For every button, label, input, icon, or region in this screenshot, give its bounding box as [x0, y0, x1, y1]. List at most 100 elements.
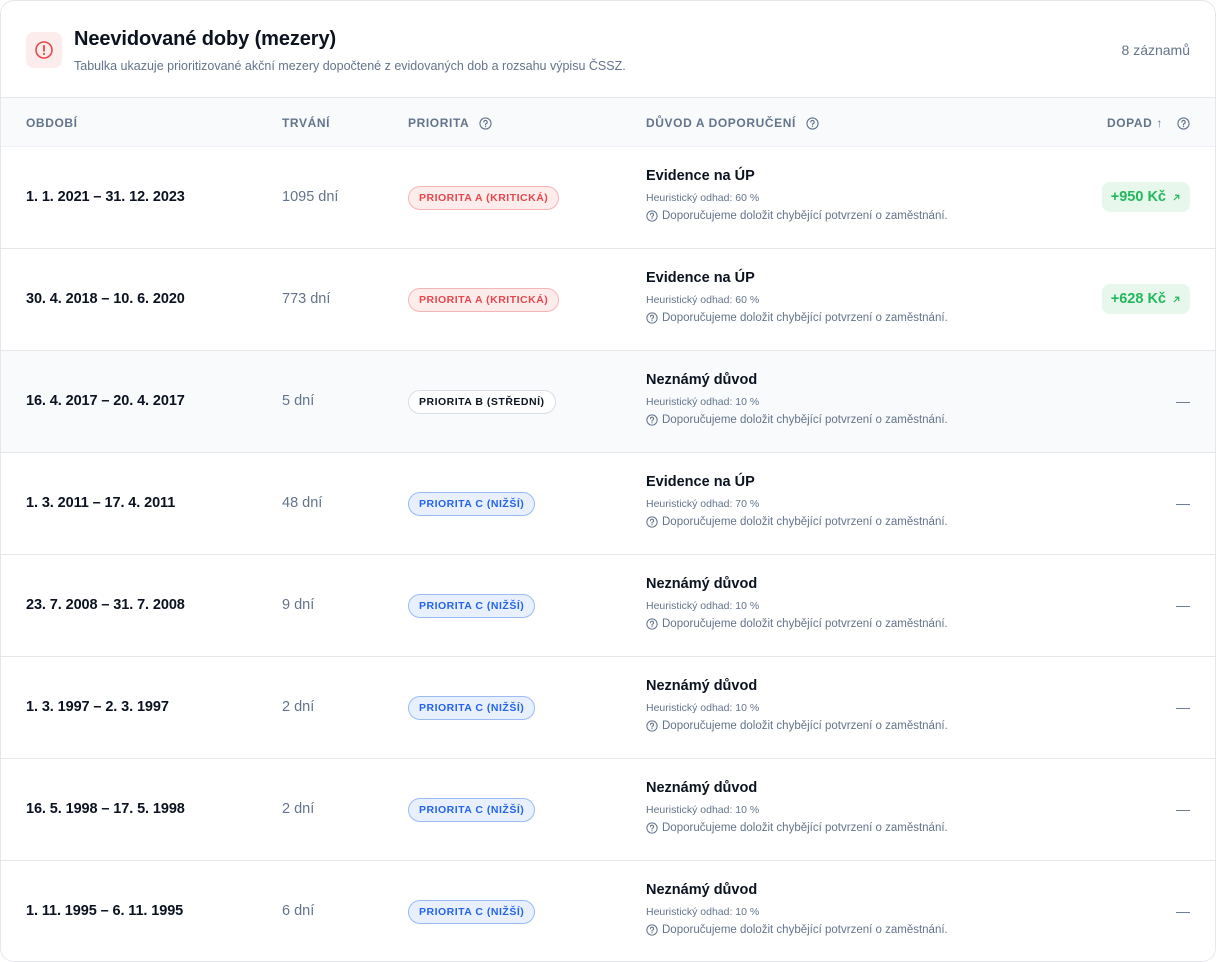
impact-badge[interactable]: +950 Kč — [1101, 182, 1190, 212]
column-header-reason-label: Důvod a doporučení — [646, 116, 796, 130]
duration-cell: 9 dní — [282, 597, 315, 613]
reason-estimate: Heuristický odhad: 10 % — [646, 600, 760, 612]
record-count: 8 záznamů — [1121, 42, 1190, 58]
column-header-duration-label: Trvání — [282, 116, 331, 130]
reason-title: Neznámý důvod — [646, 576, 758, 592]
period-cell: 1. 3. 1997 – 2. 3. 1997 — [26, 699, 169, 715]
reason-recommendation: Doporučujeme doložit chybějící potvrzení… — [646, 618, 948, 630]
sort-ascending-icon[interactable]: ↑ — [1156, 116, 1163, 130]
table-row[interactable]: 16. 4. 2017 – 20. 4. 2017 5 dní Priorita B… — [1, 351, 1215, 453]
arrow-up-right-icon — [1173, 296, 1180, 302]
recommendation-text: Doporučujeme doložit chybějící potvrzení… — [662, 210, 948, 222]
reason-title: Evidence na ÚP — [646, 270, 755, 286]
reason-title: Neznámý důvod — [646, 882, 758, 898]
impact-empty: — — [1176, 903, 1190, 919]
impact-value: +950 Kč — [1110, 189, 1166, 205]
period-cell: 1. 11. 1995 – 6. 11. 1995 — [26, 903, 184, 919]
reason-recommendation: Doporučujeme doložit chybějící potvrzení… — [646, 822, 948, 834]
reason-recommendation: Doporučujeme doložit chybějící potvrzení… — [646, 312, 948, 324]
period-cell: 30. 4. 2018 – 10. 6. 2020 — [26, 291, 185, 307]
reason-title: Evidence na ÚP — [646, 168, 755, 184]
period-cell: 16. 4. 2017 – 20. 4. 2017 — [26, 393, 185, 409]
period-cell: 1. 1. 2021 – 31. 12. 2023 — [26, 189, 185, 205]
help-circle-icon — [646, 618, 658, 630]
impact-value: +628 Kč — [1110, 291, 1166, 307]
help-circle-icon — [646, 516, 658, 528]
duration-cell: 2 dní — [282, 699, 315, 715]
recommendation-text: Doporučujeme doložit chybějící potvrzení… — [662, 312, 948, 324]
help-circle-icon[interactable] — [1177, 116, 1190, 130]
reason-recommendation: Doporučujeme doložit chybějící potvrzení… — [646, 720, 948, 732]
table-row[interactable]: 1. 3. 2011 – 17. 4. 2011 48 dní Priorita C… — [1, 453, 1215, 555]
impact-empty: — — [1176, 801, 1190, 817]
reason-title: Evidence na ÚP — [646, 474, 755, 490]
impact-empty: — — [1176, 393, 1190, 409]
help-circle-icon — [646, 312, 658, 324]
column-header-period[interactable]: Období — [26, 116, 78, 130]
reason-estimate: Heuristický odhad: 10 % — [646, 804, 760, 816]
card-subtitle: Tabulka ukazuje prioritizované akční mez… — [74, 59, 626, 73]
priority-badge: Priorita C (nižší) — [408, 696, 536, 720]
reason-estimate: Heuristický odhad: 10 % — [646, 702, 760, 714]
reason-title: Neznámý důvod — [646, 678, 758, 694]
card-title: Neevidované doby (mezery) — [74, 28, 337, 50]
help-circle-icon[interactable] — [479, 116, 492, 130]
column-header-period-label: Období — [26, 116, 78, 130]
duration-cell: 5 dní — [282, 393, 315, 409]
impact-empty: — — [1176, 495, 1190, 511]
impact-empty: — — [1176, 597, 1190, 613]
table-header: Období Trvání Priorita Důvod a doporučen… — [1, 98, 1215, 147]
recommendation-text: Doporučujeme doložit chybějící potvrzení… — [662, 516, 948, 528]
duration-cell: 48 dní — [282, 495, 323, 511]
alert-icon-box — [26, 32, 62, 68]
column-header-priority-label: Priorita — [408, 116, 470, 130]
reason-estimate: Heuristický odhad: 10 % — [646, 906, 760, 918]
reason-recommendation: Doporučujeme doložit chybějící potvrzení… — [646, 924, 948, 936]
table-row[interactable]: 1. 11. 1995 – 6. 11. 1995 6 dní Priorita C… — [1, 861, 1215, 961]
table-row[interactable]: 16. 5. 1998 – 17. 5. 1998 2 dní Priorita C… — [1, 759, 1215, 861]
column-header-duration[interactable]: Trvání — [282, 116, 330, 130]
duration-cell: 6 dní — [282, 903, 315, 919]
column-header-priority[interactable]: Priorita — [408, 116, 492, 130]
period-cell: 23. 7. 2008 – 31. 7. 2008 — [26, 597, 185, 613]
priority-badge: Priorita A (kritická) — [408, 288, 560, 312]
reason-estimate: Heuristický odhad: 10 % — [646, 396, 760, 408]
recommendation-text: Doporučujeme doložit chybějící potvrzení… — [662, 924, 948, 936]
duration-cell: 1095 dní — [282, 189, 339, 205]
table-row[interactable]: 1. 1. 2021 – 31. 12. 2023 1095 dní Priorit… — [1, 147, 1215, 249]
priority-badge: Priorita C (nižší) — [408, 900, 536, 924]
reason-recommendation: Doporučujeme doložit chybějící potvrzení… — [646, 414, 948, 426]
help-circle-icon[interactable] — [806, 116, 819, 130]
recommendation-text: Doporučujeme doložit chybějící potvrzení… — [662, 720, 948, 732]
gaps-card: Neevidované doby (mezery) Tabulka ukazuj… — [0, 0, 1216, 962]
column-header-impact[interactable]: Dopad ↑ — [1107, 116, 1190, 130]
column-header-reason[interactable]: Důvod a doporučení — [646, 116, 819, 130]
arrow-up-right-icon — [1173, 194, 1180, 200]
help-circle-icon — [646, 210, 658, 222]
table-row[interactable]: 1. 3. 1997 – 2. 3. 1997 2 dní Priorita C (… — [1, 657, 1215, 759]
help-circle-icon — [646, 720, 658, 732]
duration-cell: 2 dní — [282, 801, 315, 817]
reason-title: Neznámý důvod — [646, 780, 758, 796]
period-cell: 1. 3. 2011 – 17. 4. 2011 — [26, 495, 176, 511]
priority-badge: Priorita C (nižší) — [408, 798, 536, 822]
reason-estimate: Heuristický odhad: 60 % — [646, 192, 760, 204]
table-row[interactable]: 30. 4. 2018 – 10. 6. 2020 773 dní Priorita… — [1, 249, 1215, 351]
priority-badge: Priorita C (nižší) — [408, 594, 536, 618]
alert-circle-icon — [35, 41, 53, 59]
priority-badge: Priorita B (střední) — [408, 390, 556, 414]
period-cell: 16. 5. 1998 – 17. 5. 1998 — [26, 801, 185, 817]
help-circle-icon — [646, 414, 658, 426]
column-header-impact-label: Dopad — [1106, 116, 1153, 130]
priority-badge: Priorita C (nižší) — [408, 492, 536, 516]
recommendation-text: Doporučujeme doložit chybějící potvrzení… — [662, 822, 948, 834]
recommendation-text: Doporučujeme doložit chybějící potvrzení… — [662, 414, 948, 426]
priority-badge: Priorita A (kritická) — [408, 186, 560, 210]
help-circle-icon — [646, 822, 658, 834]
card-header: Neevidované doby (mezery) Tabulka ukazuj… — [1, 1, 1215, 98]
table-row[interactable]: 23. 7. 2008 – 31. 7. 2008 9 dní Priorita C… — [1, 555, 1215, 657]
impact-empty: — — [1176, 699, 1190, 715]
reason-recommendation: Doporučujeme doložit chybějící potvrzení… — [646, 210, 948, 222]
impact-badge[interactable]: +628 Kč — [1101, 284, 1190, 314]
recommendation-text: Doporučujeme doložit chybějící potvrzení… — [662, 618, 948, 630]
